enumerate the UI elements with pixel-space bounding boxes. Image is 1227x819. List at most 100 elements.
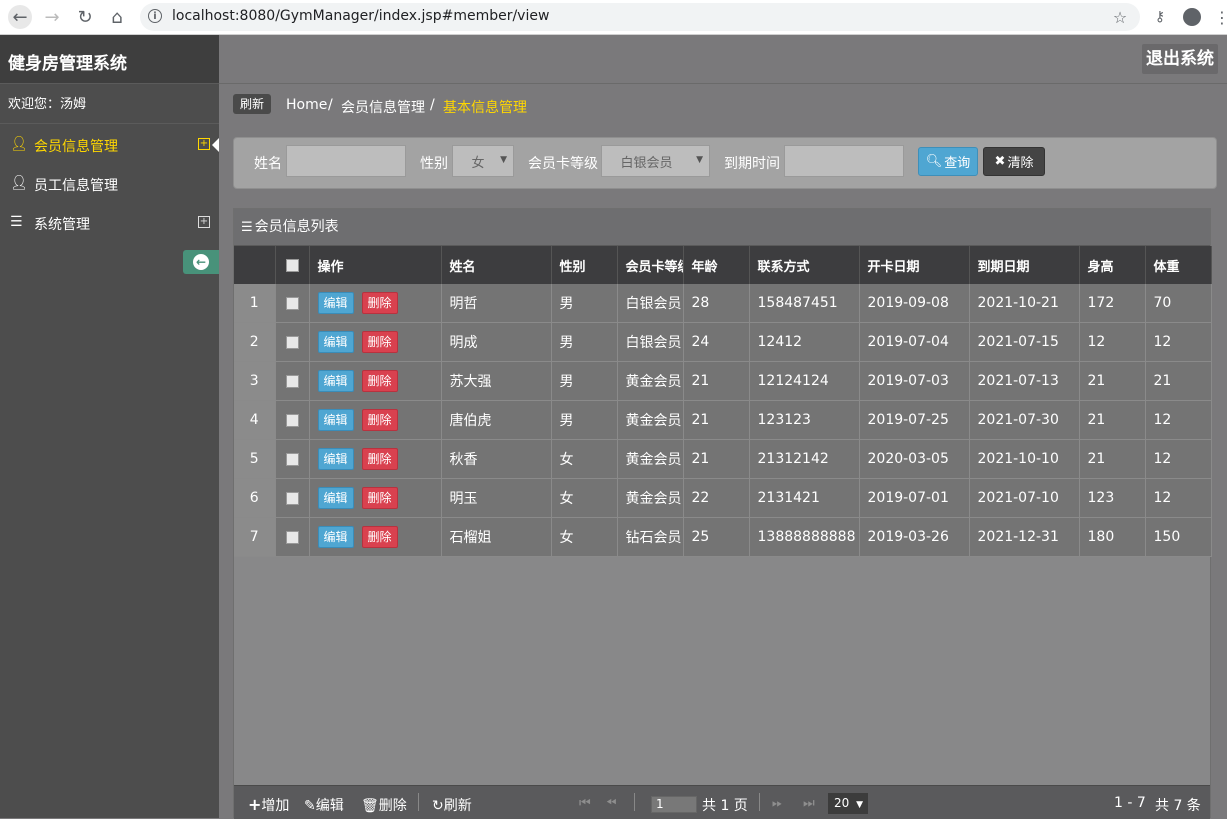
breadcrumb-home[interactable]: Home [286, 97, 327, 113]
table-row[interactable]: 4 编辑 删除 唐伯虎 男 黄金会员 21 123123 2019-07-25 2… [234, 400, 1212, 440]
reload-icon[interactable]: ↻ [73, 5, 97, 29]
column-header[interactable]: 姓名 [441, 246, 552, 284]
add-button[interactable]: +增加 [248, 795, 289, 815]
cell-end: 2021-10-21 [969, 284, 1080, 323]
delete-button[interactable]: 删除 [361, 409, 398, 431]
cell-end: 2021-12-31 [969, 517, 1080, 557]
column-header[interactable]: 操作 [309, 246, 442, 284]
edit-button[interactable]: 编辑 [317, 331, 354, 353]
key-icon[interactable]: ⚷ [1148, 5, 1172, 29]
column-header[interactable]: 体重 [1145, 246, 1212, 284]
select-all-checkbox[interactable] [275, 246, 310, 284]
next-page-icon[interactable]: ⏩︎ [772, 796, 782, 811]
expire-date-input[interactable] [784, 145, 904, 177]
expand-icon[interactable]: + [198, 138, 210, 150]
row-checkbox[interactable] [275, 439, 310, 479]
edit-button[interactable]: 编辑 [317, 487, 354, 509]
prev-page-icon[interactable]: ⏪︎ [606, 796, 616, 811]
active-caret-icon [212, 138, 219, 152]
page-size-select[interactable]: 20 ▼ [828, 793, 868, 814]
delete-button[interactable]: 删除 [361, 370, 398, 392]
row-checkbox[interactable] [275, 361, 310, 401]
url-text[interactable]: localhost:8080/GymManager/index.jsp#memb… [172, 8, 549, 24]
column-header[interactable]: 年龄 [683, 246, 750, 284]
row-checkbox[interactable] [275, 478, 310, 518]
name-label: 姓名 [254, 156, 282, 172]
column-header[interactable]: 性别 [551, 246, 618, 284]
column-header[interactable]: 身高 [1079, 246, 1146, 284]
refresh-button[interactable]: 刷新 [233, 94, 272, 114]
table-row[interactable]: 2 编辑 删除 明成 男 白银会员 24 12412 2019-07-04 202… [234, 322, 1212, 362]
delete-button[interactable]: 删除 [361, 526, 398, 548]
sidebar-item-system[interactable]: ☰ 系统管理 + [0, 203, 219, 241]
gender-select[interactable]: 女 ▼ [452, 145, 514, 177]
grid-title-label: 会员信息列表 [254, 219, 339, 235]
logout-button[interactable]: 退出系统 [1142, 44, 1218, 74]
cell-height: 180 [1079, 517, 1146, 557]
cell-gender: 男 [551, 322, 618, 362]
clear-button[interactable]: ✖ 清除 [983, 147, 1045, 176]
table-row[interactable]: 3 编辑 删除 苏大强 男 黄金会员 21 12124124 2019-07-03… [234, 361, 1212, 401]
row-checkbox[interactable] [275, 400, 310, 440]
row-checkbox[interactable] [275, 517, 310, 557]
name-input[interactable] [286, 145, 406, 177]
footer-delete-button[interactable]: 🗑︎删除 [361, 795, 407, 815]
delete-button[interactable]: 删除 [361, 487, 398, 509]
forward-icon[interactable]: → [40, 5, 64, 29]
cell-name: 明成 [441, 322, 552, 362]
delete-button[interactable]: 删除 [361, 448, 398, 470]
edit-button[interactable]: 编辑 [317, 526, 354, 548]
cell-age: 25 [683, 517, 750, 557]
expand-icon[interactable]: + [198, 216, 210, 228]
home-icon[interactable]: ⌂ [105, 5, 129, 29]
column-header[interactable]: 联系方式 [749, 246, 860, 284]
footer-refresh-button[interactable]: ↻刷新 [432, 795, 472, 815]
delete-button[interactable]: 删除 [361, 331, 398, 353]
collapse-sidebar-button[interactable]: ← [183, 250, 219, 274]
breadcrumb-parent[interactable]: 会员信息管理 [341, 97, 425, 117]
cell-weight: 12 [1145, 400, 1212, 440]
level-select[interactable]: 白银会员 ▼ [601, 145, 710, 177]
page-number-input[interactable]: 1 [651, 796, 697, 813]
cell-end: 2021-07-15 [969, 322, 1080, 362]
sidebar-item-staff[interactable]: 👤︎ 员工信息管理 [0, 164, 219, 202]
cell-gender: 女 [551, 478, 618, 518]
first-page-icon[interactable]: ⏮︎ [579, 796, 591, 811]
menu-icon[interactable]: ⋮ [1210, 5, 1227, 29]
account-icon[interactable] [1180, 5, 1204, 29]
last-page-icon[interactable]: ⏭︎ [803, 796, 815, 811]
row-number: 2 [234, 322, 276, 362]
row-checkbox[interactable] [275, 284, 310, 323]
table-row[interactable]: 7 编辑 删除 石榴姐 女 钻石会员 25 13888888888 2019-03… [234, 517, 1212, 557]
table-row[interactable]: 1 编辑 删除 明哲 男 白银会员 28 158487451 2019-09-08… [234, 284, 1212, 323]
info-icon[interactable]: i [148, 9, 162, 23]
footer-edit-button[interactable]: ✎编辑 [304, 795, 344, 815]
action-cell: 编辑 删除 [309, 322, 442, 362]
sidebar-item-member[interactable]: 👤︎ 会员信息管理 + [0, 125, 219, 163]
edit-button[interactable]: 编辑 [317, 409, 354, 431]
delete-button[interactable]: 删除 [361, 292, 398, 314]
column-header[interactable]: 会员卡等级 [617, 246, 684, 284]
table-row[interactable]: 6 编辑 删除 明玉 女 黄金会员 22 2131421 2019-07-01 2… [234, 478, 1212, 518]
table-row[interactable]: 5 编辑 删除 秋香 女 黄金会员 21 21312142 2020-03-05 … [234, 439, 1212, 479]
query-button[interactable]: 🔍︎ 查询 [918, 147, 978, 176]
cell-weight: 12 [1145, 322, 1212, 362]
edit-button[interactable]: 编辑 [317, 448, 354, 470]
trash-icon: 🗑︎ [361, 798, 379, 814]
record-range: 1 - 7 [1114, 795, 1146, 811]
back-icon[interactable]: ← [8, 5, 32, 29]
edit-button[interactable]: 编辑 [317, 370, 354, 392]
cell-end: 2021-10-10 [969, 439, 1080, 479]
cell-phone: 13888888888 [749, 517, 860, 557]
table-header-row: 操作 姓名 性别 会员卡等级 年龄 联系方式 开卡日期 到期日期 身高 体重 [234, 246, 1212, 284]
star-icon[interactable]: ☆ [1108, 5, 1132, 29]
column-header[interactable]: 到期日期 [969, 246, 1080, 284]
cell-start: 2019-07-01 [859, 478, 970, 518]
user-icon: 👤︎ [10, 136, 28, 152]
edit-button[interactable]: 编辑 [317, 292, 354, 314]
column-header[interactable]: 开卡日期 [859, 246, 970, 284]
cell-weight: 21 [1145, 361, 1212, 401]
row-checkbox[interactable] [275, 322, 310, 362]
cell-name: 石榴姐 [441, 517, 552, 557]
cell-start: 2019-07-25 [859, 400, 970, 440]
